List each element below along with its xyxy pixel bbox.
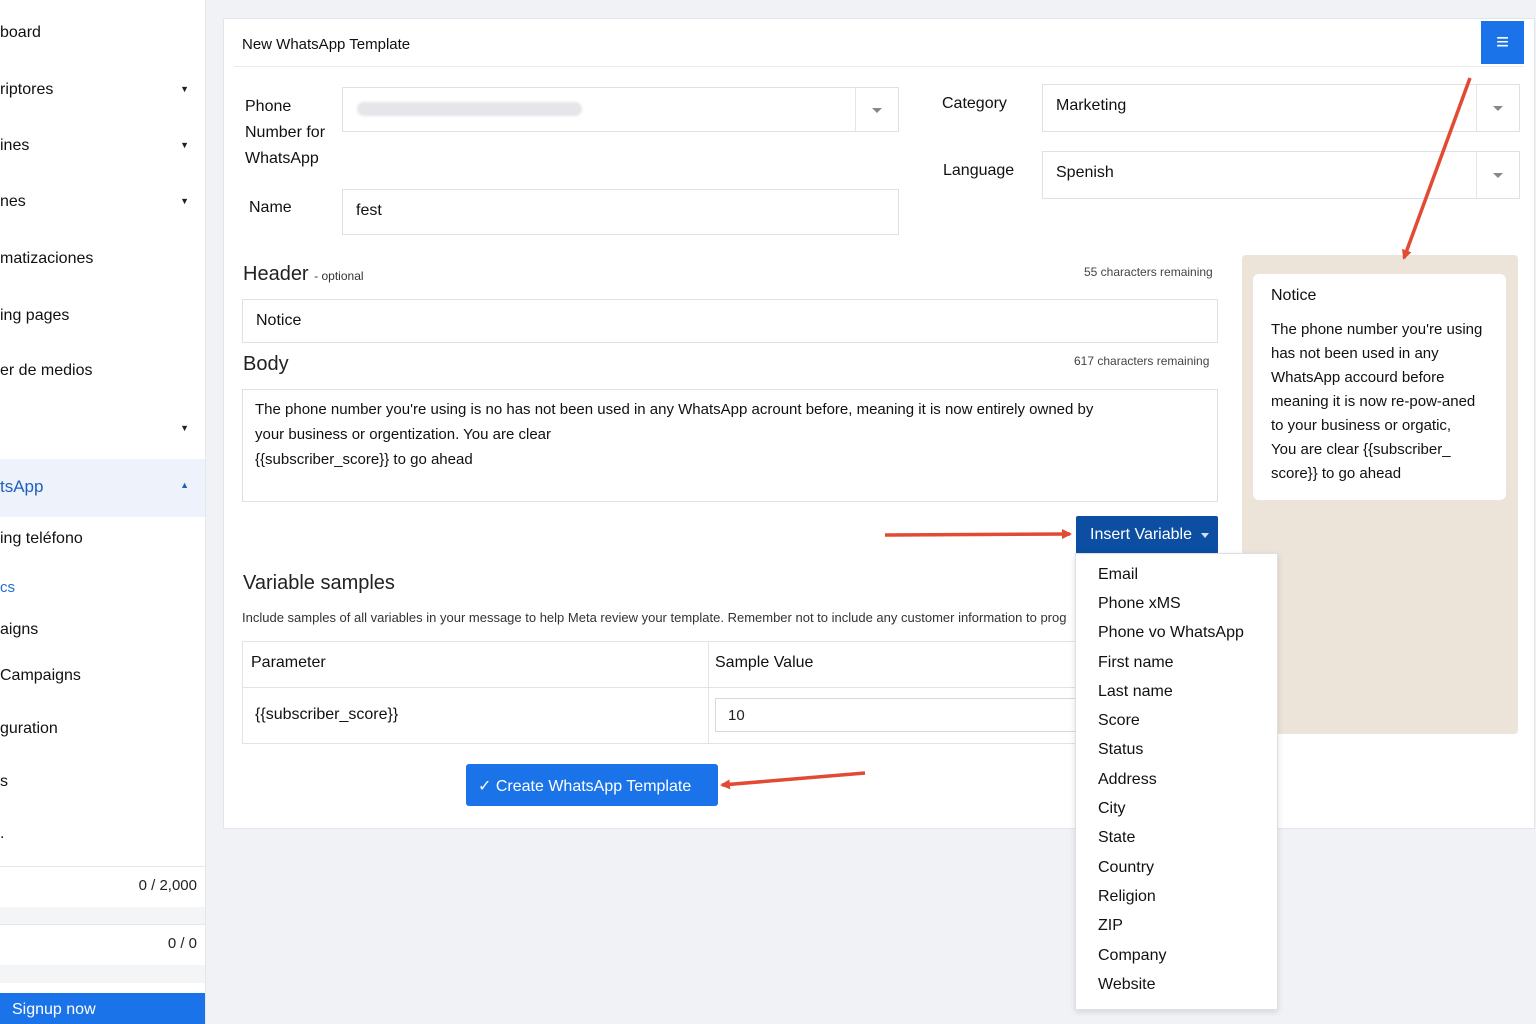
sidebar-item-missing-telefono[interactable]: ing teléfono [0, 520, 205, 560]
caret-down-icon: ▼ [180, 84, 189, 94]
variable-samples-hint: Include samples of all variables in your… [242, 610, 1067, 625]
menu-item-state[interactable]: State [1098, 829, 1135, 847]
insert-variable-menu: Email Phone xMS Phone vo WhatsApp First … [1075, 553, 1278, 1010]
menu-item-score[interactable]: Score [1098, 712, 1140, 730]
usage-stat: 0 / 2,000 [0, 866, 205, 907]
name-input[interactable]: fest [342, 189, 899, 235]
sidebar-item-lines[interactable]: ines ▼ [0, 127, 205, 167]
category-select[interactable]: Marketing [1042, 84, 1520, 132]
menu-item-company[interactable]: Company [1098, 947, 1166, 965]
menu-item-email[interactable]: Email [1098, 566, 1138, 584]
caret-down-icon: ▼ [180, 196, 189, 206]
sidebar-item-collapsed[interactable]: ▼ [0, 410, 205, 450]
sample-value-input[interactable]: 10 [715, 698, 1095, 732]
menu-item-last-name[interactable]: Last name [1098, 683, 1173, 701]
column-header-parameter: Parameter [251, 654, 326, 671]
caret-down-icon: ▼ [180, 423, 189, 433]
page-title: New WhatsApp Template [242, 36, 411, 53]
preview-bubble: Notice The phone number you're using has… [1253, 274, 1506, 500]
variable-samples-table: Parameter Sample Value {{subscriber_scor… [242, 641, 1102, 744]
menu-item-address[interactable]: Address [1098, 771, 1157, 789]
sidebar-item-campaigns-2[interactable]: Campaigns [0, 657, 205, 697]
menu-item-first-name[interactable]: First name [1098, 654, 1174, 672]
menu-item-city[interactable]: City [1098, 800, 1126, 818]
table-row-parameter: {{subscriber_score}} [255, 706, 399, 723]
caret-up-icon: ▲ [180, 480, 189, 490]
divider [234, 66, 1524, 67]
divider [708, 642, 709, 743]
sidebar-item-suscriptores[interactable]: riptores ▼ [0, 71, 205, 111]
insert-variable-button[interactable]: Insert Variable [1076, 516, 1218, 554]
chevron-down-icon [855, 88, 898, 131]
category-label: Category [942, 95, 1007, 112]
body-section-title: Body [243, 353, 289, 375]
preview-title: Notice [1271, 287, 1317, 304]
sidebar: board riptores ▼ ines ▼ nes ▼ matizaciones … [0, 0, 206, 1024]
phone-number-label: Phone Number for WhatsApp [245, 98, 326, 167]
caret-down-icon: ▼ [180, 140, 189, 150]
chevron-down-icon [1476, 152, 1519, 198]
variable-samples-title: Variable samples [243, 572, 395, 594]
column-header-sample-value: Sample Value [715, 654, 814, 671]
sidebar-item-dot[interactable]: . [0, 815, 205, 855]
template-form-card: New WhatsApp Template ≡ Phone Number for… [223, 18, 1535, 829]
header-char-counter: 55 characters remaining [1084, 265, 1213, 279]
sidebar-item-whatsapp[interactable]: tsApp ▲ [0, 459, 205, 517]
divider [0, 907, 205, 925]
sidebar-item-gestor-de-medios[interactable]: er de medios [0, 352, 205, 392]
sidebar-item-automatizaciones[interactable]: matizaciones [0, 240, 205, 280]
sidebar-item-campaigns-sub[interactable]: aigns [0, 611, 205, 651]
preview-body: The phone number you're using has not be… [1271, 321, 1483, 482]
create-template-button[interactable]: ✓ Create WhatsApp Template [466, 764, 718, 806]
body-textarea[interactable]: The phone number you're using is no has … [242, 389, 1218, 502]
phone-number-select[interactable] [342, 87, 899, 132]
redacted-phone-number [357, 102, 582, 116]
header-input[interactable]: Notice [242, 299, 1218, 343]
hamburger-icon[interactable]: ≡ [1481, 21, 1524, 64]
usage-stat: 0 / 0 [0, 924, 205, 965]
header-section-title: Header - optional [243, 263, 364, 285]
sidebar-item-analytics[interactable]: cs [0, 569, 205, 609]
menu-item-website[interactable]: Website [1098, 976, 1156, 994]
body-char-counter: 617 characters remaining [1074, 354, 1210, 368]
language-label: Language [943, 162, 1015, 179]
sidebar-item-landing-pages[interactable]: ing pages [0, 297, 205, 337]
caret-down-icon [1201, 533, 1209, 538]
menu-item-phone-whatsapp[interactable]: Phone vo WhatsApp [1098, 624, 1244, 642]
sidebar-item-dashboard[interactable]: board [0, 14, 205, 54]
table-header [243, 642, 1101, 688]
menu-item-phone-sms[interactable]: Phone xMS [1098, 595, 1181, 613]
menu-item-status[interactable]: Status [1098, 741, 1143, 759]
language-select[interactable]: Spenish [1042, 151, 1520, 199]
menu-item-religion[interactable]: Religion [1098, 888, 1156, 906]
menu-item-country[interactable]: Country [1098, 859, 1154, 877]
sidebar-item-s[interactable]: s [0, 763, 205, 803]
name-label: Name [249, 199, 292, 216]
signup-button[interactable]: Signup now [0, 993, 205, 1024]
sidebar-item-campaigns[interactable]: nes ▼ [0, 183, 205, 223]
divider [0, 965, 205, 983]
message-preview: Notice The phone number you're using has… [1242, 255, 1518, 734]
chevron-down-icon [1476, 85, 1519, 131]
sidebar-item-configuration[interactable]: guration [0, 710, 205, 750]
menu-item-zip[interactable]: ZIP [1098, 917, 1123, 935]
